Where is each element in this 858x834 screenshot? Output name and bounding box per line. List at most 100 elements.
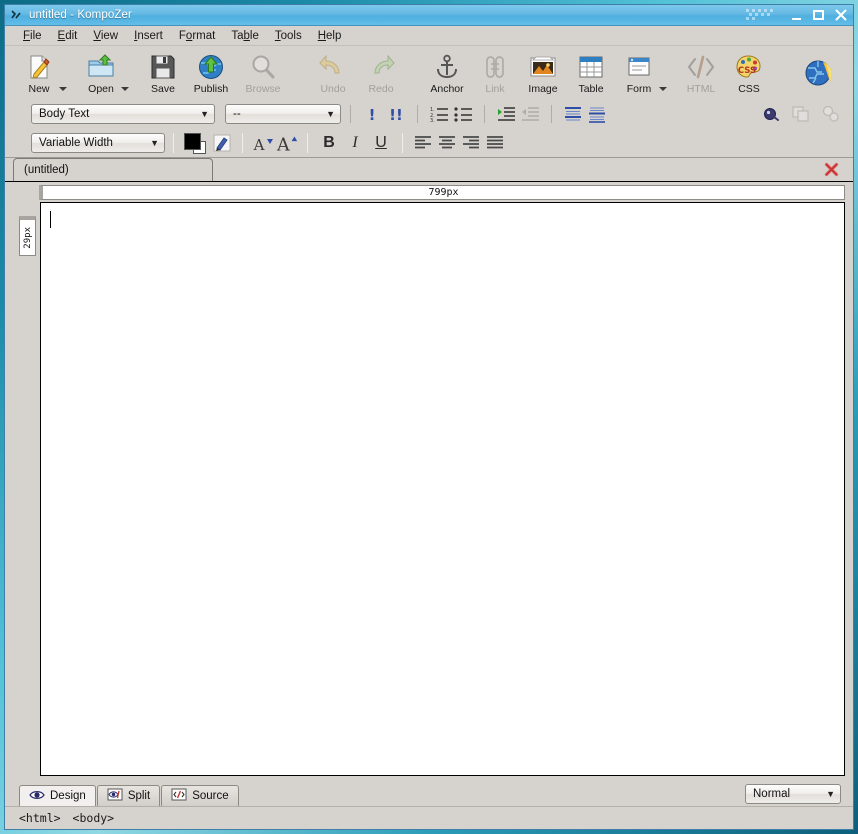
browser-globe-icon[interactable] [803, 56, 837, 95]
svg-text:A: A [276, 135, 290, 154]
save-button-label: Save [151, 83, 175, 95]
svg-text:3.: 3. [430, 118, 435, 123]
editor-row: 29px [5, 202, 853, 780]
design-canvas[interactable] [40, 202, 845, 776]
tab-split-label: Split [127, 790, 151, 802]
view-mode-bar: Design Split Source Normal ▼ [5, 780, 853, 806]
align-center-button[interactable] [435, 132, 459, 154]
html-button: HTML [677, 50, 725, 95]
breadcrumb-body[interactable]: <body> [73, 811, 115, 825]
definition-term-button[interactable] [561, 103, 585, 125]
text-color-picker[interactable] [184, 132, 210, 154]
format-toolbar-row2: Variable Width ▼ A A B I U [5, 128, 853, 158]
open-dropdown-arrow[interactable] [121, 87, 129, 91]
tab-design-label: Design [50, 790, 86, 802]
browse-button: Browse [235, 50, 291, 95]
chevron-down-icon: ▼ [150, 137, 159, 148]
menu-help[interactable]: Help [310, 28, 350, 44]
new-dropdown-arrow[interactable] [59, 87, 67, 91]
document-tab[interactable]: (untitled) [13, 158, 213, 181]
bulleted-list-button[interactable] [451, 103, 475, 125]
tab-design[interactable]: Design [19, 785, 96, 806]
font-family-value: Variable Width [39, 136, 113, 149]
numbered-list-button[interactable]: 1. 2. 3. [427, 103, 451, 125]
menu-file[interactable]: File [15, 28, 50, 44]
class-style-dropdown[interactable]: -- ▼ [225, 104, 341, 124]
anchor-button[interactable]: Anchor [423, 50, 471, 95]
font-family-dropdown[interactable]: Variable Width ▼ [31, 132, 165, 153]
undo-button-label: Undo [320, 83, 346, 95]
split-view-icon [107, 788, 123, 804]
bold-button[interactable]: B [316, 131, 342, 155]
font-smaller-icon[interactable]: A [251, 132, 275, 154]
save-button[interactable]: Save [139, 50, 187, 95]
menu-table[interactable]: Table [223, 28, 267, 44]
menu-view[interactable]: View [85, 28, 126, 44]
link-button-label: Link [485, 83, 505, 95]
status-bar: <html> <body> [5, 806, 853, 829]
underline-button[interactable]: U [368, 131, 394, 155]
publish-button[interactable]: Publish [187, 50, 235, 95]
close-button[interactable] [834, 9, 847, 22]
svg-text:!!: !! [389, 106, 403, 123]
font-larger-icon[interactable]: A [275, 132, 299, 154]
open-button-label: Open [88, 83, 114, 95]
anchor-button-label: Anchor [430, 83, 464, 95]
highlighter-pen-icon[interactable] [210, 132, 234, 154]
outdent-button [518, 103, 542, 125]
undo-arrow-icon [319, 52, 347, 82]
table-button-label: Table [578, 83, 604, 95]
breadcrumb-html[interactable]: <html> [19, 811, 61, 825]
italic-button[interactable]: I [342, 131, 368, 155]
open-button[interactable]: Open [77, 50, 125, 95]
new-button[interactable]: New [15, 50, 63, 95]
menu-format[interactable]: Format [171, 28, 223, 44]
image-button[interactable]: Image [519, 50, 567, 95]
minimize-button[interactable] [790, 9, 803, 22]
horizontal-ruler-row: 799px [5, 182, 853, 202]
editor-zone: 799px 29px [5, 182, 853, 780]
svg-text:A: A [253, 136, 265, 153]
open-folder-icon [87, 52, 115, 82]
horizontal-ruler-value: 799px [428, 187, 459, 198]
image-photo-icon [529, 52, 557, 82]
vertical-ruler[interactable]: 29px [19, 216, 36, 256]
document-tab-strip: (untitled) [5, 158, 853, 182]
html-code-icon [687, 52, 715, 82]
menu-edit[interactable]: Edit [50, 28, 86, 44]
save-floppy-icon [149, 52, 177, 82]
form-dropdown-arrow[interactable] [659, 87, 667, 91]
definition-description-button[interactable] [585, 103, 609, 125]
tab-source-label: Source [192, 790, 229, 802]
horizontal-ruler[interactable]: 799px [39, 185, 845, 200]
css-button[interactable]: CSS CSS [725, 50, 773, 95]
strong-button[interactable]: !! [384, 103, 408, 125]
link-chain-icon [482, 52, 508, 82]
form-button[interactable]: Form [615, 50, 663, 95]
chevron-down-icon: ▼ [326, 109, 335, 119]
browse-button-label: Browse [245, 83, 281, 95]
chevron-down-icon: ▼ [826, 789, 835, 799]
view-mode-value: Normal [753, 788, 791, 800]
indent-button[interactable] [494, 103, 518, 125]
css-circle-icon[interactable] [759, 103, 783, 125]
tab-split[interactable]: Split [96, 785, 161, 806]
menu-tools[interactable]: Tools [267, 28, 310, 44]
foreground-color-swatch[interactable] [184, 132, 201, 150]
close-tab-icon[interactable] [824, 162, 839, 177]
css-palette-icon: CSS [735, 52, 763, 82]
table-button[interactable]: Table [567, 50, 615, 95]
emphasis-button[interactable]: ! [360, 103, 384, 125]
main-toolbar: New Open Save Publish Browse Undo Redo A… [5, 46, 853, 100]
maximize-button[interactable] [812, 9, 825, 22]
tab-source[interactable]: Source [161, 785, 239, 806]
menu-bar: File Edit View Insert Format Table Tools… [5, 26, 853, 46]
svg-text:!: ! [369, 106, 376, 123]
align-left-button[interactable] [411, 132, 435, 154]
view-mode-dropdown[interactable]: Normal ▼ [745, 784, 841, 804]
paragraph-style-dropdown[interactable]: Body Text ▼ [31, 104, 215, 124]
align-right-button[interactable] [459, 132, 483, 154]
chevron-down-icon: ▼ [200, 109, 209, 119]
align-justify-button[interactable] [483, 132, 507, 154]
menu-insert[interactable]: Insert [126, 28, 171, 44]
